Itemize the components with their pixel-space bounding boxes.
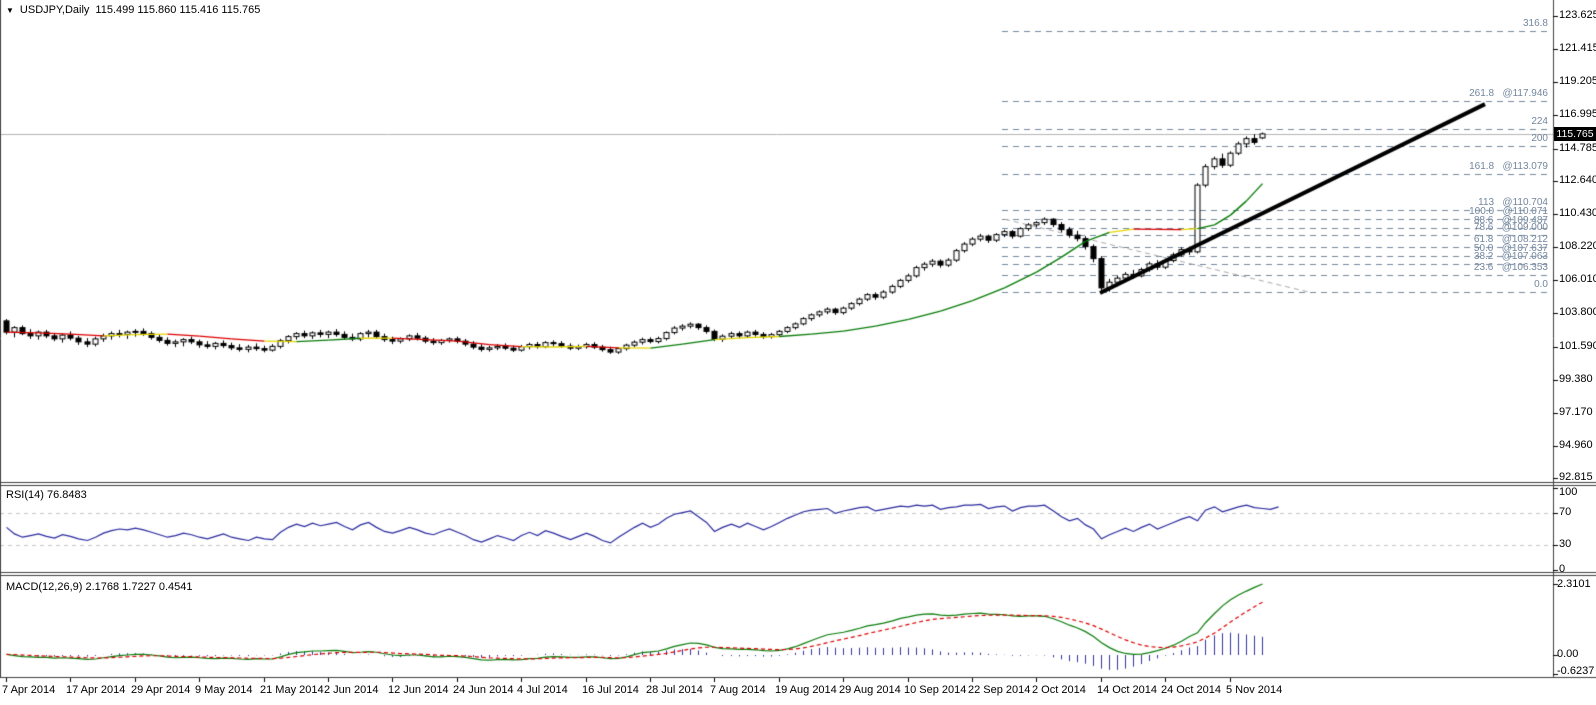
rsi-indicator-label: RSI(14) 76.8483 — [6, 489, 87, 501]
macd-indicator-label: MACD(12,26,9) 2.1768 1.7227 0.4541 — [6, 581, 193, 593]
ohlc-readout: 115.499 115.860 115.416 115.765 — [95, 4, 261, 16]
chart-dropdown-icon: ▼ — [6, 5, 14, 15]
chart-window: ▼ USDJPY,Daily 115.499 115.860 115.416 1… — [0, 0, 1596, 705]
chart-title-bar: ▼ USDJPY,Daily 115.499 115.860 115.416 1… — [6, 4, 260, 16]
current-price-tag: 115.765 — [1554, 126, 1596, 141]
symbol-period-title: USDJPY,Daily — [19, 4, 90, 16]
chart-canvas[interactable] — [0, 0, 1596, 705]
